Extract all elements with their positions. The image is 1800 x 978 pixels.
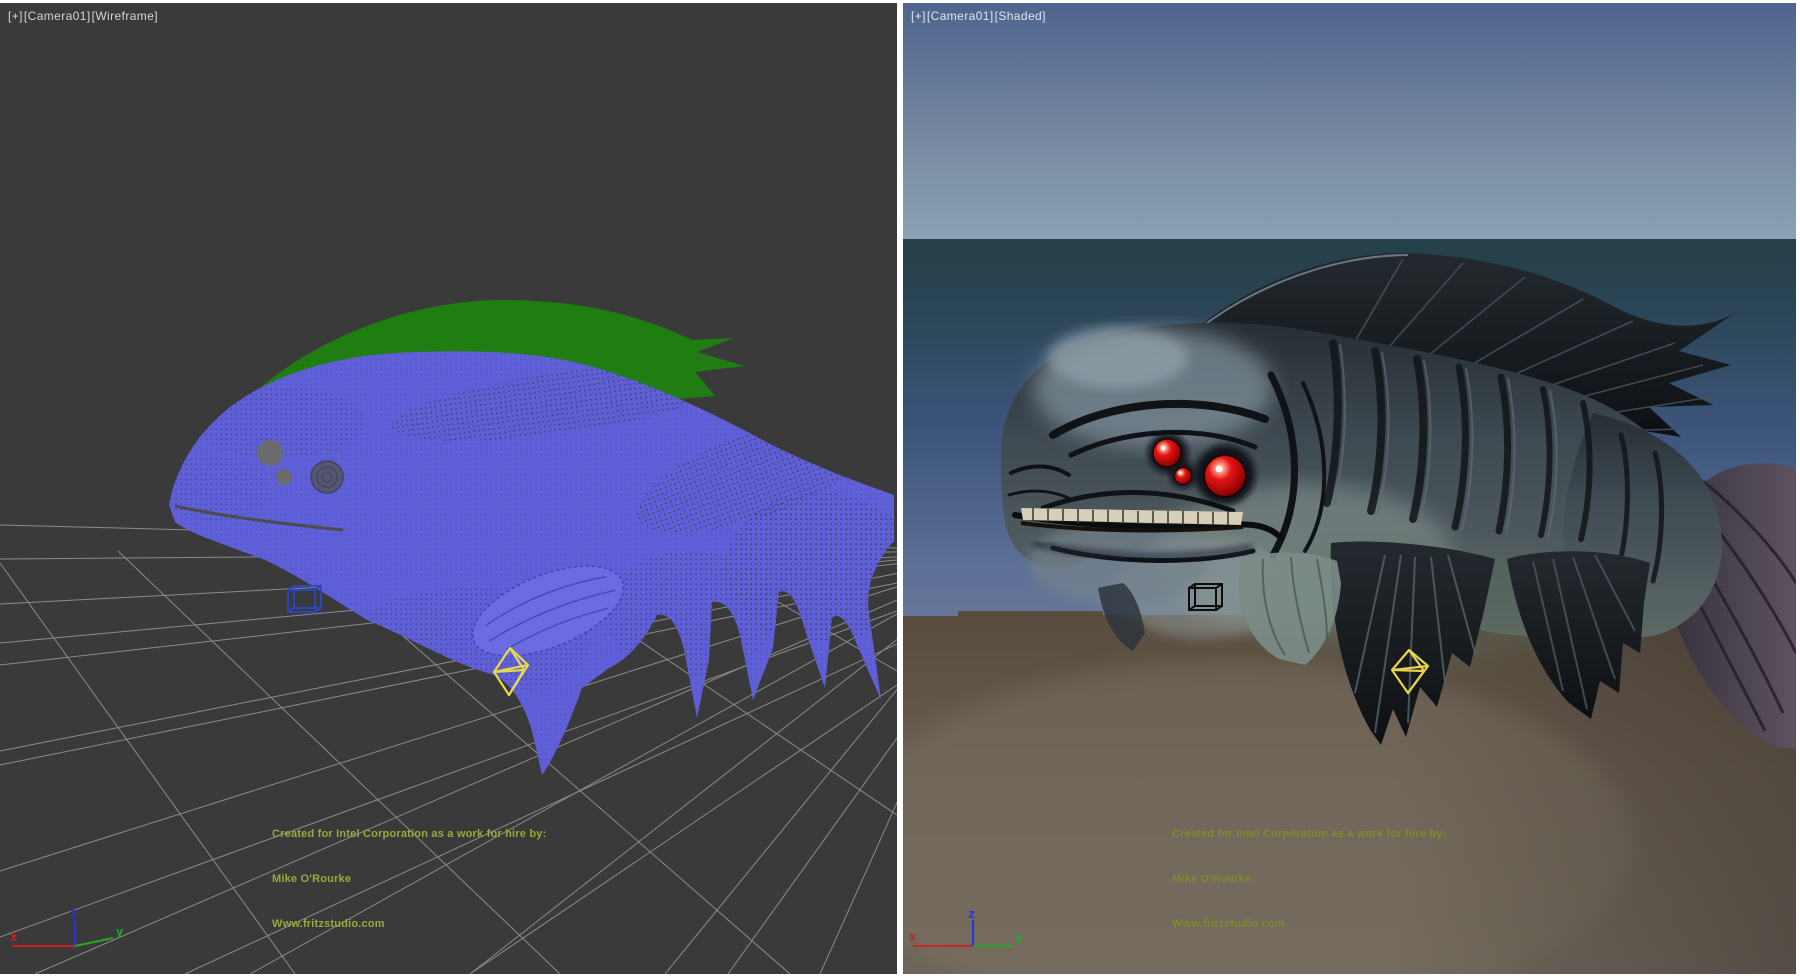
scene-credit-text-object[interactable]: Created for Intel Corporation as a work … xyxy=(1172,797,1446,962)
viewport-menu-expand[interactable]: [+] xyxy=(911,9,926,23)
box-helper-wireframe[interactable] xyxy=(288,586,321,612)
fish-eye-spot-small xyxy=(276,469,292,485)
axis-z-label: z xyxy=(70,906,77,920)
credit-line: Mike O'Rourke xyxy=(1172,872,1446,887)
viewport-menu-shading[interactable]: [Shaded] xyxy=(995,9,1046,23)
viewport-menu-shading[interactable]: [Wireframe] xyxy=(92,9,158,23)
viewport-label-bar: [+][Camera01][Shaded] xyxy=(911,9,1047,23)
viewport-menu-camera[interactable]: [Camera01] xyxy=(927,9,994,23)
eye-medium xyxy=(1153,439,1181,467)
fish-mesh-stipple xyxy=(160,350,897,775)
axis-y-label: y xyxy=(116,925,123,939)
scene-credit-text-object[interactable]: Created for Intel Corporation as a work … xyxy=(272,797,546,962)
axis-x-label: x xyxy=(10,930,17,944)
sky-background xyxy=(903,3,1796,239)
fish-model-wireframe[interactable] xyxy=(160,300,897,775)
viewport-shaded[interactable]: [+][Camera01][Shaded] Created for Intel … xyxy=(903,3,1796,974)
credit-line: Www.fritzstudio.com xyxy=(272,917,546,932)
fish-eye-spot xyxy=(257,440,283,466)
head-highlight-bright xyxy=(1048,328,1188,388)
max-viewport-area: [+][Camera01][Wireframe] Created for Int… xyxy=(0,0,1800,978)
credit-line: Mike O'Rourke xyxy=(272,872,546,887)
credit-line: Www.fritzstudio.com xyxy=(1172,917,1446,932)
eye-large xyxy=(1204,455,1246,497)
fish-eye-mesh xyxy=(311,461,343,493)
eye-small xyxy=(1175,468,1192,485)
world-axis-gizmo: x z y xyxy=(903,906,1043,968)
credit-line: Created for Intel Corporation as a work … xyxy=(272,827,546,842)
viewport-menu-camera[interactable]: [Camera01] xyxy=(24,9,91,23)
world-axis-gizmo: x z y xyxy=(0,906,140,968)
axis-y-label: y xyxy=(1015,931,1022,945)
viewport-menu-expand[interactable]: [+] xyxy=(8,9,23,23)
axis-x-label: x xyxy=(909,930,916,944)
viewport-wireframe[interactable]: [+][Camera01][Wireframe] Created for Int… xyxy=(0,3,897,974)
viewport-label-bar: [+][Camera01][Wireframe] xyxy=(8,9,159,23)
axis-z-label: z xyxy=(968,907,975,921)
credit-line: Created for Intel Corporation as a work … xyxy=(1172,827,1446,842)
